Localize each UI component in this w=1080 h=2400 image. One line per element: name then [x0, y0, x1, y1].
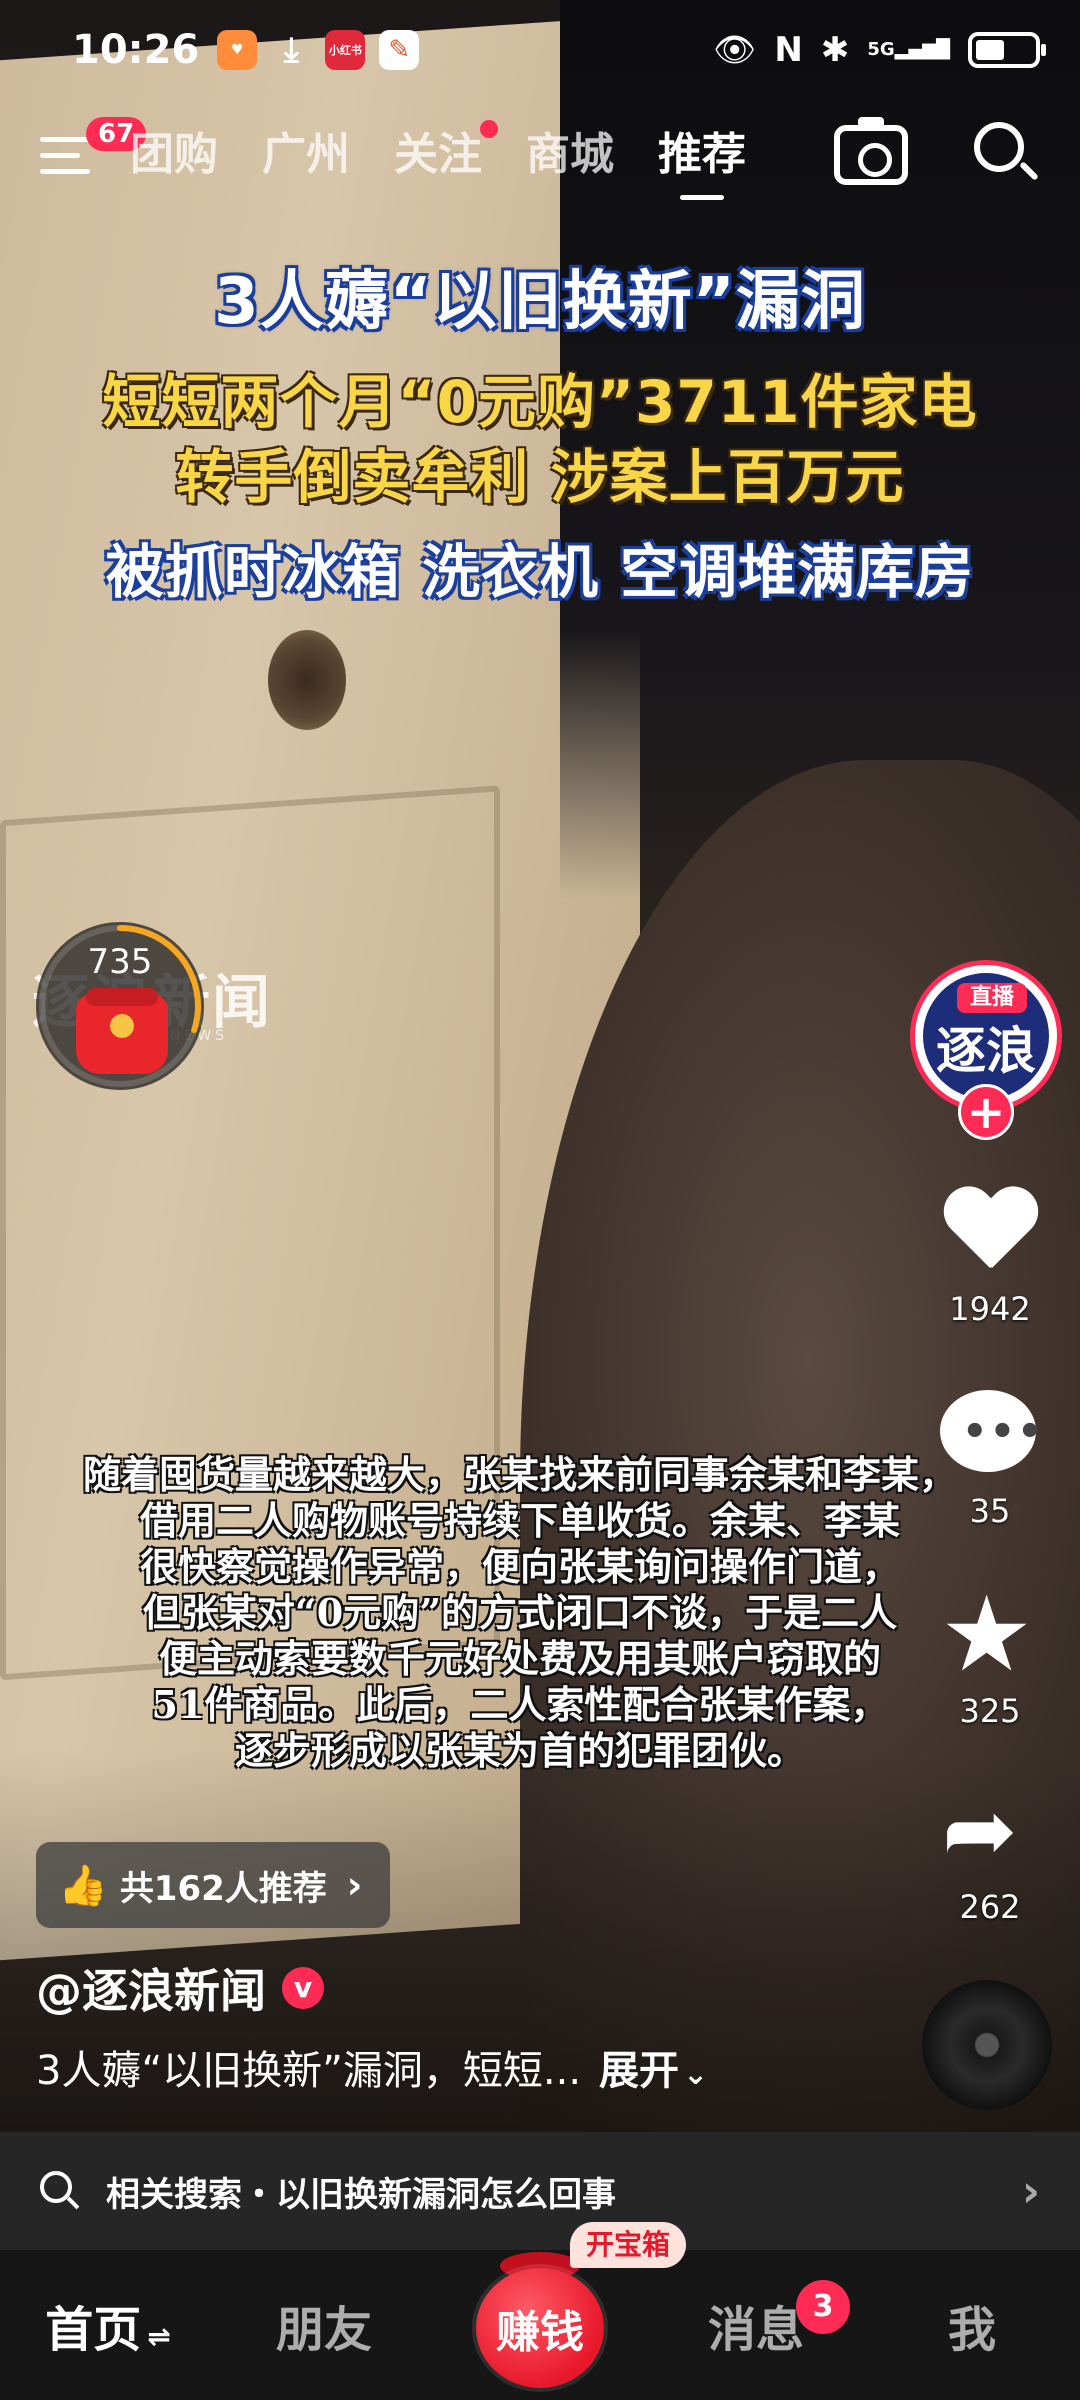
author-name[interactable]: @逐浪新闻 v [36, 1955, 324, 2021]
tab-home[interactable]: 首页 ⇌ [0, 2290, 216, 2360]
video-subtitle: 随着囤货量越来越大，张某找来前同事余某和李某， 借用二人购物账号持续下单收货。余… [20, 1452, 1020, 1774]
search-icon-handle [66, 2196, 80, 2210]
menu-button[interactable]: 67 [40, 117, 147, 185]
star-icon-wrap: ★ [900, 1582, 1080, 1686]
red-packet-count: 735 [87, 942, 153, 982]
swap-arrows-icon: ⇌ [147, 2320, 171, 2353]
status-system-icons: 👁 N ✱ 5G▂▄▆█ [713, 30, 1046, 70]
eye-icon: 👁 [713, 30, 757, 70]
red-packet-icon [76, 988, 168, 1074]
notification-app-icon: ✎ [379, 30, 420, 70]
like-button[interactable]: 1942 [900, 1188, 1080, 1328]
favorite-button[interactable]: ★ 325 [900, 1582, 1080, 1730]
tab-guangzhou[interactable]: 广州 [262, 118, 350, 192]
status-time: 10:26 [72, 27, 200, 73]
heart-icon-wrap [900, 1188, 1080, 1284]
treasure-chest-tag[interactable]: 开宝箱 [570, 2222, 687, 2268]
search-icon [40, 2171, 80, 2211]
search-icon-handle [1019, 161, 1039, 181]
chevron-right-icon: › [1021, 2165, 1040, 2217]
star-icon: ★ [940, 1573, 1034, 1695]
subtitle-line: 便主动索要数千元好处费及用其账户窃取的 [158, 1636, 881, 1681]
download-icon: ⤓ [283, 30, 299, 70]
notification-app-icon: ♥ [217, 30, 258, 70]
subtitle-line: 逐步形成以张某为首的犯罪团伙。 [234, 1728, 805, 1773]
caption-text: 3人薅“以旧换新”漏洞，短短... [36, 2048, 582, 2094]
tab-following-label: 关注 [394, 129, 482, 180]
like-count: 1942 [949, 1290, 1031, 1328]
recommend-pill[interactable]: 👍 共162人推荐 › [36, 1842, 391, 1928]
expand-label: 展开 [599, 2048, 680, 2094]
share-icon-wrap: ➦ [900, 1786, 1080, 1882]
verified-badge: v [282, 1967, 324, 2009]
signal-icon: 5G▂▄▆█ [867, 39, 950, 60]
tab-me[interactable]: 我 [864, 2290, 1080, 2360]
headline-line-3: 转手倒卖牟利 涉案上百万元 [175, 443, 905, 511]
chevron-down-icon: ⌄ [683, 2057, 709, 2092]
tab-home-label: 首页 [45, 2302, 142, 2358]
battery-icon [968, 32, 1046, 68]
share-icon: ➦ [942, 1778, 1018, 1883]
messages-badge: 3 [796, 2280, 850, 2334]
headline-line-2: 短短两个月“0元购”3711件家电 [102, 368, 978, 436]
nav-tabs: 团购 广州 关注 商城 推荐 [130, 118, 746, 200]
menu-icon [40, 137, 90, 142]
music-disc-icon [922, 1980, 1052, 2110]
subtitle-line: 随着囤货量越来越大，张某找来前同事余某和李某， [82, 1452, 957, 1497]
tab-friends[interactable]: 朋友 [216, 2290, 432, 2360]
related-search-text: 相关搜索・以旧换新漏洞怎么回事 [106, 2174, 616, 2215]
comment-button[interactable]: ••• 35 [900, 1390, 1080, 1530]
comment-icon-wrap: ••• [900, 1390, 1080, 1486]
top-nav: 67 团购 广州 关注 商城 推荐 [0, 100, 1080, 210]
search-icon-lens [974, 122, 1024, 172]
camera-icon[interactable] [834, 117, 908, 185]
recommend-text: 共162人推荐 [119, 1868, 327, 1909]
video-caption[interactable]: 3人薅“以旧换新”漏洞，短短... 展开 ⌄ [36, 2038, 708, 2096]
chevron-right-icon: › [346, 1863, 363, 1907]
tab-following[interactable]: 关注 [394, 118, 498, 192]
related-search-bar[interactable]: 相关搜索・以旧换新漏洞怎么回事 › [0, 2132, 1080, 2250]
headline-line-4: 被抓时冰箱 洗衣机 空调堆满库房 [105, 538, 975, 606]
live-badge: 直播 [957, 983, 1027, 1013]
menu-icon [40, 153, 80, 158]
comment-count: 35 [969, 1492, 1011, 1530]
follow-button[interactable]: + [958, 1084, 1014, 1140]
share-count: 262 [959, 1888, 1021, 1926]
expand-button[interactable]: 展开 ⌄ [599, 2038, 708, 2096]
network-type: 5G [867, 39, 895, 60]
earn-button[interactable]: 赚钱 [470, 2252, 610, 2388]
headline-line-1: 3人薅“以旧换新”漏洞 [214, 265, 866, 339]
comment-icon-dots: ••• [962, 1409, 1045, 1455]
earn-label: 赚钱 [476, 2268, 604, 2388]
subtitle-line: 借用二人购物账号持续下单收货。余某、李某 [139, 1498, 900, 1543]
red-packet-widget[interactable]: 735 [36, 922, 204, 1090]
subtitle-line: 但张某对“0元购”的方式闭口不谈，于是二人 [142, 1590, 898, 1635]
status-bar: 10:26 ♥ ⤓ 小红书 ✎ 👁 N ✱ 5G▂▄▆█ [0, 0, 1080, 100]
thumb-up-icon: 👍 [58, 1862, 108, 1909]
status-notification-icons: ♥ ⤓ 小红书 ✎ [217, 30, 420, 70]
subtitle-line: 51件商品。此后，二人索性配合张某作案， [151, 1682, 889, 1727]
favorite-count: 325 [959, 1692, 1021, 1730]
search-icon[interactable] [974, 122, 1040, 188]
tab-recommend[interactable]: 推荐 [658, 118, 746, 200]
author-handle: @逐浪新闻 [36, 1964, 266, 2018]
video-scene-door-hole [268, 630, 346, 730]
bluetooth-icon: ✱ [820, 30, 850, 70]
new-content-dot [480, 120, 498, 138]
tab-mall[interactable]: 商城 [526, 118, 614, 192]
nfc-icon: N [774, 30, 803, 70]
menu-icon [40, 169, 90, 174]
heart-icon [942, 1188, 1038, 1278]
share-button[interactable]: ➦ 262 [900, 1786, 1080, 1927]
xiaohongshu-icon: 小红书 [325, 30, 366, 70]
tab-group-buy[interactable]: 团购 [130, 118, 218, 192]
battery-level [976, 40, 1004, 60]
subtitle-line: 很快察觉操作异常，便向张某询问操作门道， [139, 1544, 900, 1589]
